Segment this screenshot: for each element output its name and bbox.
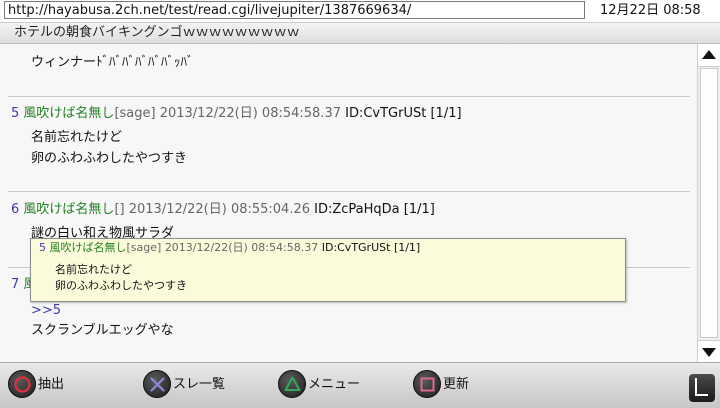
- post-separator: [8, 96, 690, 97]
- square-button-icon: [413, 370, 441, 398]
- post-id[interactable]: ID:CvTGrUSt: [345, 106, 426, 121]
- post-date: 2013/12/22(日) 08:55:04.26: [128, 202, 310, 217]
- refresh-label: 更新: [443, 377, 470, 392]
- post-number[interactable]: 5: [11, 106, 19, 121]
- post-body-line: ウィンナーﾄﾞﾊﾞﾊﾞﾊﾞﾊﾞﾊﾞｯﾊﾞ: [31, 55, 194, 70]
- post-header: 6 風吹けば名無し[] 2013/12/22(日) 08:55:04.26 ID…: [11, 201, 435, 219]
- popup-post-name: 風吹けば名無し: [49, 241, 127, 254]
- refresh-button[interactable]: 更新: [413, 370, 483, 400]
- popup-header: 5 風吹けば名無し[sage] 2013/12/22(日) 08:54:58.3…: [39, 240, 420, 256]
- cross-button-icon: [143, 370, 171, 398]
- thread-content[interactable]: ウィンナーﾄﾞﾊﾞﾊﾞﾊﾞﾊﾞﾊﾞｯﾊﾞ 5 風吹けば名無し[sage] 201…: [0, 44, 697, 362]
- popup-post-count: [1/1]: [393, 241, 421, 254]
- post-anchor-link[interactable]: >>5: [31, 302, 61, 320]
- post-name[interactable]: 風吹けば名無し: [23, 202, 114, 217]
- clock: 12月22日 08:58: [600, 3, 701, 18]
- post-number[interactable]: 7: [11, 277, 19, 292]
- post-name[interactable]: 風吹けば名無し: [23, 106, 114, 121]
- thread-title: ホテルの朝食バイキングンゴｗｗｗｗｗｗｗｗｗ: [14, 25, 300, 40]
- scroll-down-arrow-icon[interactable]: [698, 340, 720, 363]
- l-shoulder-button-icon[interactable]: [689, 374, 715, 402]
- post-body-line: 名前忘れたけど: [31, 130, 123, 145]
- popup-post-date: 2013/12/22(日) 08:54:58.37: [164, 241, 319, 254]
- post-body-line: 卵のふわふわしたやつすき: [31, 151, 188, 166]
- popup-post-id: ID:CvTGrUSt: [321, 241, 391, 254]
- popup-body-line: 卵のふわふわしたやつすき: [55, 279, 187, 292]
- triangle-button-icon: [278, 370, 306, 398]
- post-count: [1/1]: [403, 202, 435, 217]
- post-separator: [8, 191, 690, 192]
- menu-label: メニュー: [308, 377, 361, 392]
- post-count: [1/1]: [430, 106, 462, 121]
- l-glyph: [695, 378, 708, 396]
- url-field[interactable]: http://hayabusa.2ch.net/test/read.cgi/li…: [4, 1, 585, 19]
- post-date: 2013/12/22(日) 08:54:58.37: [159, 106, 341, 121]
- thread-list-label: スレ一覧: [173, 377, 226, 392]
- thread-title-bar: ホテルの朝食バイキングンゴｗｗｗｗｗｗｗｗｗ: [0, 23, 720, 44]
- top-bar: http://hayabusa.2ch.net/test/read.cgi/li…: [0, 0, 720, 23]
- post-mail: []: [114, 202, 125, 217]
- extract-label: 抽出: [38, 377, 65, 392]
- scrollbar[interactable]: [697, 44, 720, 363]
- post-number[interactable]: 6: [11, 202, 19, 217]
- circle-button-icon: [8, 370, 36, 398]
- post-mail: [sage]: [114, 106, 156, 121]
- post-body-line: スクランブルエッグやな: [31, 323, 174, 338]
- reply-popup[interactable]: 5 風吹けば名無し[sage] 2013/12/22(日) 08:54:58.3…: [30, 238, 626, 302]
- popup-post-number: 5: [39, 241, 46, 254]
- scroll-thumb[interactable]: [700, 68, 718, 338]
- menu-button[interactable]: メニュー: [278, 370, 363, 400]
- thread-list-button[interactable]: スレ一覧: [143, 370, 233, 400]
- scroll-up-arrow-icon[interactable]: [698, 44, 720, 67]
- extract-button[interactable]: 抽出: [8, 370, 68, 400]
- post-id[interactable]: ID:ZcPaHqDa: [314, 202, 400, 217]
- popup-body-line: 名前忘れたけど: [55, 263, 132, 276]
- popup-post-mail: [sage]: [126, 241, 162, 254]
- post-header: 5 風吹けば名無し[sage] 2013/12/22(日) 08:54:58.3…: [11, 105, 462, 123]
- controls-bar: 抽出 スレ一覧 メニュー 更新: [0, 362, 720, 408]
